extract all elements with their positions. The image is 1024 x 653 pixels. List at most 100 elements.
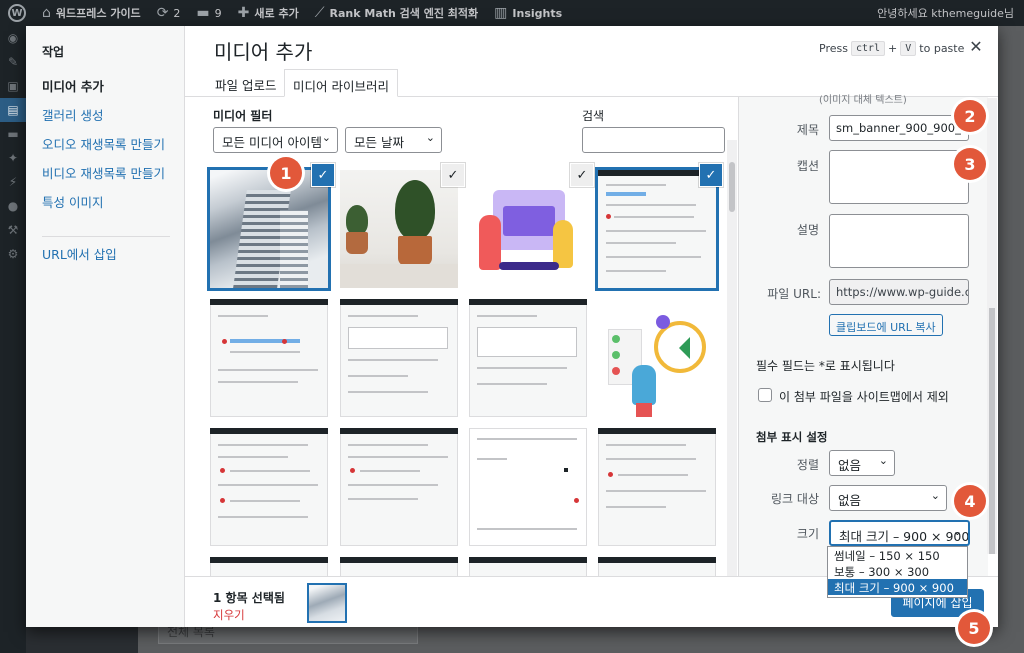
media-menu: 작업 미디어 추가 갤러리 생성 오디오 재생목록 만들기 비디오 재생목록 만…: [26, 26, 185, 627]
file-url-label: 파일 URL:: [767, 287, 821, 301]
exclude-sitemap-checkbox[interactable]: [758, 388, 772, 402]
menu-item-insert-from-url[interactable]: URL에서 삽입: [42, 244, 117, 263]
media-filter-label: 미디어 필터: [213, 109, 273, 123]
attachment-screenshot-3[interactable]: [340, 299, 458, 417]
selected-attachment-thumbnail[interactable]: [307, 583, 347, 623]
screenshot-thumbnail: [469, 428, 587, 546]
users-icon[interactable]: ●: [0, 194, 26, 218]
insights-link[interactable]: ▥ Insights: [486, 0, 570, 26]
link-to-label: 링크 대상: [771, 492, 819, 506]
appearance-icon[interactable]: ✦: [0, 146, 26, 170]
title-field[interactable]: sm_banner_900_900_16: [829, 115, 969, 141]
step-marker-4: 4: [954, 485, 986, 517]
settings-icon[interactable]: ⚙: [0, 242, 26, 266]
exclude-sitemap-label[interactable]: 이 첨부 파일을 사이트맵에서 제외: [779, 388, 949, 405]
comments-menu-icon[interactable]: ▬: [0, 122, 26, 146]
menu-heading: 작업: [42, 45, 65, 59]
check-icon[interactable]: ✓: [311, 163, 335, 187]
attachment-partial[interactable]: [469, 557, 587, 576]
admin-menu: ◉ ✎ ▣ ▤ ▬ ✦ ⚡ ● ⚒ ⚙: [0, 26, 26, 653]
size-option-thumbnail[interactable]: 썸네일 – 150 × 150: [828, 547, 967, 563]
attachment-partial[interactable]: [210, 557, 328, 576]
file-url-field[interactable]: https://www.wp-guide.co: [829, 279, 969, 305]
attachments-grid: ✓ ✓ ✓ ✓: [185, 140, 739, 576]
display-settings-heading: 첨부 표시 설정: [756, 430, 828, 444]
size-option-full[interactable]: 최대 크기 – 900 × 900: [828, 579, 967, 595]
site-name-label: 워드프레스 가이드: [55, 7, 141, 20]
attachment-illustration-people[interactable]: ✓: [469, 163, 594, 288]
wordpress-logo-button[interactable]: W: [0, 0, 34, 26]
comments-count: 9: [214, 6, 222, 20]
check-icon[interactable]: ✓: [699, 163, 723, 187]
link-to-select[interactable]: 없음 ⌄: [829, 485, 947, 511]
screenshot-thumbnail: [598, 428, 716, 546]
menu-item-audio-playlist[interactable]: 오디오 재생목록 만들기: [42, 134, 165, 153]
close-icon[interactable]: ✕: [967, 38, 985, 56]
link-to-value: 없음: [838, 493, 862, 508]
attachment-screenshot-5[interactable]: [210, 428, 328, 546]
title-label: 제목: [796, 123, 819, 137]
tab-media-library[interactable]: 미디어 라이브러리: [284, 69, 398, 97]
dashboard-icon[interactable]: ◉: [0, 26, 26, 50]
building-thumbnail: [210, 170, 328, 288]
alt-text-partial: (이미지 대체 텍스트): [819, 95, 907, 106]
caption-field[interactable]: [829, 150, 969, 204]
updates-link[interactable]: ⟳ 2: [149, 0, 189, 26]
v-key: V: [900, 41, 917, 56]
media-icon[interactable]: ▣: [0, 74, 26, 98]
attachment-screenshot-4[interactable]: [469, 299, 587, 417]
tools-icon[interactable]: ⚒: [0, 218, 26, 242]
menu-item-create-gallery[interactable]: 갤러리 생성: [42, 105, 103, 124]
check-icon[interactable]: ✓: [570, 163, 594, 187]
account-link[interactable]: 안녕하세요 kthemeguide님: [869, 0, 1024, 26]
paste-hint-suffix: to paste: [919, 42, 965, 55]
scrollbar-thumb[interactable]: [729, 162, 735, 212]
new-content-link[interactable]: ✚ 새로 추가: [230, 0, 307, 26]
posts-icon[interactable]: ✎: [0, 50, 26, 74]
tab-upload-files[interactable]: 파일 업로드: [207, 69, 284, 97]
size-dropdown-list: 썸네일 – 150 × 150 보통 – 300 × 300 최대 크기 – 9…: [827, 546, 968, 598]
pages-icon[interactable]: ▤: [0, 98, 26, 122]
comments-link[interactable]: ▬ 9: [188, 0, 229, 26]
check-icon[interactable]: ✓: [441, 163, 465, 187]
attachment-screenshot-6[interactable]: [340, 428, 458, 546]
size-select[interactable]: 최대 크기 – 900 × 900 ⌄: [829, 520, 970, 546]
align-label: 정렬: [796, 458, 819, 472]
comment-icon: ▬: [196, 5, 210, 21]
attachment-screenshot-7[interactable]: [469, 428, 587, 546]
align-select[interactable]: 없음 ⌄: [829, 450, 895, 476]
new-content-label: 새로 추가: [254, 7, 299, 20]
screenshot-thumbnail: [469, 299, 587, 417]
attachment-partial[interactable]: [598, 557, 716, 576]
menu-item-featured-image[interactable]: 특성 이미지: [42, 192, 103, 211]
clear-selection-link[interactable]: 지우기: [213, 607, 245, 623]
attachment-screenshot-8[interactable]: [598, 428, 716, 546]
attachment-screenshot-2[interactable]: [210, 299, 328, 417]
clock-illustration-thumbnail: [598, 299, 716, 417]
plugins-icon[interactable]: ⚡: [0, 170, 26, 194]
attachment-plant-photo[interactable]: ✓: [340, 163, 465, 288]
site-name-link[interactable]: ⌂ 워드프레스 가이드: [34, 0, 149, 26]
selection-count: 1 항목 선택됨: [213, 591, 285, 605]
attachment-illustration-clock[interactable]: [598, 299, 716, 417]
screenshot-thumbnail: [598, 170, 716, 288]
copy-url-button[interactable]: 클립보드에 URL 복사: [829, 314, 943, 336]
description-field[interactable]: [829, 214, 969, 268]
size-option-medium[interactable]: 보통 – 300 × 300: [828, 563, 967, 579]
screenshot-thumbnail: [210, 299, 328, 417]
attachments-scrollbar[interactable]: [727, 140, 737, 576]
screenshot-thumbnail: [340, 299, 458, 417]
modal-title: 미디어 추가: [214, 40, 313, 64]
chevron-down-icon: ⌄: [930, 489, 940, 502]
menu-item-add-media[interactable]: 미디어 추가: [42, 76, 104, 95]
ctrl-key: ctrl: [850, 41, 886, 56]
attachment-building-photo[interactable]: ✓: [210, 163, 335, 288]
rankmath-link[interactable]: ⟋ Rank Math 검색 엔진 최적화: [307, 0, 486, 26]
refresh-icon: ⟳: [156, 5, 169, 21]
attachment-screenshot-1[interactable]: ✓: [598, 163, 723, 288]
attachment-partial[interactable]: [340, 557, 458, 576]
greeting-label: 안녕하세요 kthemeguide님: [877, 7, 1014, 20]
menu-item-video-playlist[interactable]: 비디오 재생목록 만들기: [42, 163, 165, 182]
sidebar-scrollbar[interactable]: [987, 98, 997, 554]
scrollbar-thumb[interactable]: [989, 308, 995, 554]
